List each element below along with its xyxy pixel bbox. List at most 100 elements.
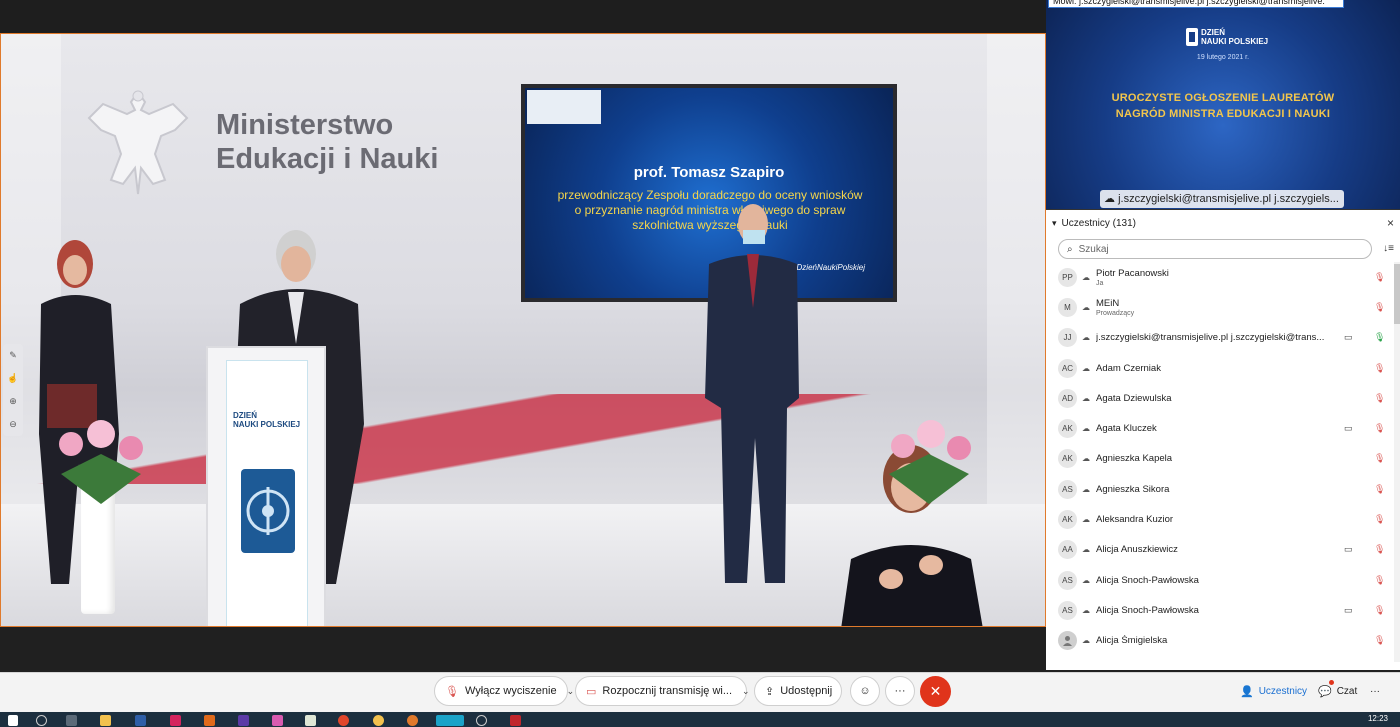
pointer-icon[interactable]: ☝ — [7, 373, 18, 384]
start-video-button[interactable]: ▭ Rozpocznij transmisję wi... ⌄ — [575, 676, 750, 706]
participant-name: Agata Dziewulska — [1096, 392, 1172, 404]
connection-icon: ☁ — [1082, 272, 1090, 282]
podium-logo-line-2: NAUKI POLSKIEJ — [233, 420, 301, 429]
app-icon[interactable] — [510, 715, 521, 726]
chat-tab[interactable]: 💬 Czat — [1318, 680, 1357, 702]
mic-muted-icon[interactable]: 🎙 — [1374, 393, 1385, 404]
participant-name: Piotr Pacanowski — [1096, 268, 1169, 279]
participant-row[interactable]: AA ☁ Alicja Anuszkiewicz ▭ 🎙 — [1046, 535, 1400, 565]
participant-name: Aleksandra Kuzior — [1096, 514, 1174, 526]
task-view-icon[interactable] — [66, 715, 77, 726]
file-explorer-icon[interactable] — [100, 715, 111, 726]
event-date: 19 lutego 2021 r. — [1196, 54, 1250, 61]
avatar: AS — [1058, 600, 1077, 620]
clock-app-icon[interactable] — [476, 715, 487, 726]
video-camera-icon: ▭ — [1344, 332, 1353, 343]
more-options-button[interactable]: ··· — [885, 676, 915, 706]
secondary-video[interactable]: Mówi: j.szczygielski@transmisjelive.pl j… — [1046, 0, 1400, 210]
search-icon[interactable] — [36, 715, 47, 726]
app-icon[interactable] — [373, 715, 384, 726]
mic-muted-icon[interactable]: 🎙 — [1374, 635, 1385, 646]
participants-tab[interactable]: 👤 Uczestnicy — [1240, 680, 1307, 702]
network-icon: ☁ — [1104, 193, 1115, 205]
app-icon[interactable] — [272, 715, 283, 726]
chevron-down-icon[interactable]: ▾ — [1052, 218, 1057, 229]
participant-row[interactable]: AS ☁ Agnieszka Sikora 🎙 — [1046, 474, 1400, 504]
participant-name: Alicja Anuszkiewicz — [1096, 544, 1178, 556]
zoom-in-icon[interactable]: ⊕ — [9, 396, 17, 407]
participant-row[interactable]: M ☁ MEiN Prowadzący 🎙 — [1046, 292, 1400, 322]
dzien-nauki-logo-icon — [1186, 28, 1198, 46]
participant-name: Alicja Śmigielska — [1096, 635, 1168, 647]
participants-scrollbar[interactable] — [1394, 262, 1400, 662]
participants-header[interactable]: ▾ Uczestnicy (131) × — [1046, 210, 1400, 236]
mic-muted-icon[interactable]: 🎙 — [1374, 544, 1385, 555]
chevron-down-icon[interactable]: ⌄ — [742, 686, 750, 697]
participants-search[interactable]: ⌕ Szukaj — [1058, 239, 1372, 259]
ministry-line-1: Ministerstwo — [216, 109, 394, 141]
connection-icon: ☁ — [1082, 302, 1090, 312]
sort-icon[interactable]: ↓≡ — [1383, 243, 1394, 254]
mic-muted-icon[interactable]: 🎙 — [1374, 453, 1385, 464]
photoshop-icon[interactable] — [135, 715, 146, 726]
mic-muted-icon[interactable]: 🎙 — [1374, 484, 1385, 495]
mic-muted-icon[interactable]: 🎙 — [1374, 514, 1385, 525]
participant-row[interactable]: AS ☁ Alicja Snoch-Pawłowska 🎙 — [1046, 565, 1400, 595]
chrome-icon[interactable] — [338, 715, 349, 726]
participants-list: PP ☁ Piotr Pacanowski Ja 🎙 M ☁ MEiN Prowadzący 🎙 J… — [1046, 262, 1400, 670]
avatar: AK — [1058, 510, 1077, 530]
podium-emblem — [241, 469, 295, 553]
science-emblem-icon — [246, 487, 290, 535]
firefox-icon[interactable] — [407, 715, 418, 726]
avatar: AD — [1058, 388, 1077, 408]
premiere-icon[interactable] — [238, 715, 249, 726]
participant-row[interactable]: AK ☁ Aleksandra Kuzior 🎙 — [1046, 504, 1400, 534]
video-name-text: j.szczygielski@transmisjelive.pl j.szczy… — [1118, 193, 1339, 205]
windows-start-icon[interactable] — [8, 715, 18, 726]
close-icon[interactable]: × — [1387, 216, 1394, 230]
search-icon: ⌕ — [1067, 243, 1073, 255]
participant-row[interactable]: ☁ Alicja Śmigielska 🎙 — [1046, 626, 1400, 656]
reactions-button[interactable]: ☺ — [850, 676, 880, 706]
zoom-out-icon[interactable]: ⊖ — [9, 419, 17, 430]
notepad-icon[interactable] — [305, 715, 316, 726]
mic-muted-icon[interactable]: 🎙 — [1374, 575, 1385, 586]
podium: DZIEŃ NAUKI POLSKIEJ — [206, 346, 326, 626]
illustrator-icon[interactable] — [204, 715, 215, 726]
chevron-down-icon[interactable]: ⌄ — [567, 686, 575, 697]
participant-row[interactable]: JJ ☁ j.szczygielski@transmisjelive.pl j.sz… — [1046, 323, 1400, 353]
mic-muted-icon[interactable]: 🎙 — [1374, 363, 1385, 374]
participant-row[interactable]: AS ☁ Alicja Snoch-Pawłowska ▭ 🎙 — [1046, 595, 1400, 625]
more-panels-button[interactable]: ··· — [1370, 680, 1380, 702]
participant-row[interactable]: AK ☁ Agata Kluczek ▭ 🎙 — [1046, 413, 1400, 443]
avatar: AK — [1058, 449, 1077, 469]
polish-eagle-emblem-icon — [87, 90, 189, 195]
participant-row[interactable]: PP ☁ Piotr Pacanowski Ja 🎙 — [1046, 262, 1400, 292]
participant-row[interactable]: AC ☁ Adam Czerniak 🎙 — [1046, 353, 1400, 383]
mic-muted-icon[interactable]: 🎙 — [1374, 302, 1385, 313]
annotate-icon[interactable]: ✎ — [9, 350, 17, 361]
unmute-button[interactable]: 🎙 Wyłącz wyciszenie ⌄ — [434, 676, 574, 706]
active-speaker-tooltip: Mówi: j.szczygielski@transmisjelive.pl j… — [1048, 0, 1344, 8]
participants-tab-label: Uczestnicy — [1258, 685, 1308, 697]
share-button[interactable]: ⇪ Udostępnij — [754, 676, 842, 706]
avatar: AK — [1058, 419, 1077, 439]
mic-muted-icon[interactable]: 🎙 — [1374, 423, 1385, 434]
participant-row[interactable]: AD ☁ Agata Dziewulska 🎙 — [1046, 383, 1400, 413]
scrollbar-thumb[interactable] — [1394, 264, 1400, 324]
person-icon — [1063, 636, 1072, 647]
search-input[interactable]: Szukaj — [1079, 244, 1109, 255]
mic-muted-icon[interactable]: 🎙 — [1374, 605, 1385, 616]
mic-muted-icon[interactable]: 🎙 — [1374, 272, 1385, 283]
video-camera-icon: ▭ — [1344, 544, 1353, 555]
connection-icon: ☁ — [1082, 515, 1090, 525]
chat-notification-dot — [1329, 680, 1334, 685]
podium-logo-line-1: DZIEŃ — [233, 411, 257, 420]
leave-meeting-button[interactable]: ✕ — [920, 676, 951, 707]
speaker-name: prof. Tomasz Szapiro — [633, 164, 785, 181]
participant-row[interactable]: AK ☁ Agnieszka Kapela 🎙 — [1046, 444, 1400, 474]
indesign-icon[interactable] — [170, 715, 181, 726]
microphone-icon[interactable]: 🎙 — [1374, 332, 1385, 343]
main-video-stage[interactable]: Ministerstwo Edukacji i Nauki prof. Toma… — [0, 33, 1046, 627]
webex-icon[interactable] — [436, 715, 464, 726]
